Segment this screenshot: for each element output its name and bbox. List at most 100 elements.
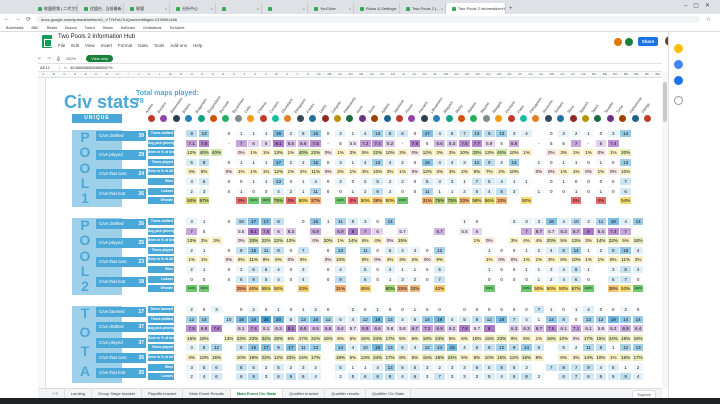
data-cell[interactable]: 8% xyxy=(397,354,408,361)
data-cell[interactable]: 5 xyxy=(360,266,371,273)
data-cell[interactable]: 3 xyxy=(298,363,309,371)
data-cell[interactable]: 45% xyxy=(360,285,371,293)
data-cell[interactable] xyxy=(496,218,507,225)
column-letter[interactable]: AS xyxy=(504,72,515,76)
data-cell[interactable]: 17% xyxy=(384,334,396,342)
data-cell[interactable] xyxy=(496,227,507,235)
data-cell[interactable]: 3 xyxy=(335,178,346,185)
data-cell[interactable] xyxy=(174,256,185,264)
data-cell[interactable]: 0 xyxy=(360,306,371,313)
data-cell[interactable]: 8 xyxy=(273,246,284,254)
data-cell[interactable]: 6% xyxy=(459,334,470,342)
data-cell[interactable]: 6.5 xyxy=(285,139,297,147)
data-cell[interactable]: 15 xyxy=(248,344,259,352)
data-cell[interactable]: 3 xyxy=(335,130,346,137)
data-cell[interactable]: 6 xyxy=(198,178,210,185)
data-cell[interactable]: 7.8 xyxy=(459,325,470,333)
data-cell[interactable]: 0 xyxy=(198,275,210,283)
data-cell[interactable]: 6 xyxy=(236,275,247,283)
column-letter[interactable]: K xyxy=(144,72,155,76)
data-cell[interactable] xyxy=(223,325,235,333)
data-cell[interactable] xyxy=(422,218,433,225)
data-cell[interactable] xyxy=(409,227,421,235)
column-letter[interactable]: BC xyxy=(610,72,621,76)
data-cell[interactable]: 3 xyxy=(508,187,520,195)
data-cell[interactable]: 1 xyxy=(595,158,607,166)
column-letter[interactable]: AI xyxy=(398,72,409,76)
data-cell[interactable]: 3% xyxy=(211,237,222,245)
data-cell[interactable] xyxy=(322,344,334,352)
data-cell[interactable]: 3% xyxy=(397,256,408,264)
data-cell[interactable]: 5% xyxy=(620,237,631,245)
data-cell[interactable] xyxy=(446,237,458,245)
data-cell[interactable]: 8.1 xyxy=(273,139,284,147)
data-cell[interactable]: 2 xyxy=(260,363,272,371)
data-cell[interactable]: 100% xyxy=(248,197,259,205)
data-cell[interactable]: 0 xyxy=(484,306,495,313)
data-cell[interactable]: 0 xyxy=(434,306,445,313)
data-cell[interactable] xyxy=(322,227,334,235)
data-cell[interactable] xyxy=(446,306,458,313)
data-cell[interactable]: 1 xyxy=(347,130,359,137)
data-cell[interactable]: 1 xyxy=(533,187,545,195)
data-cell[interactable] xyxy=(211,139,222,147)
data-cell[interactable]: 5 xyxy=(608,275,619,283)
data-cell[interactable]: 7 xyxy=(521,227,532,235)
sheet-tab[interactable]: Qualifier results xyxy=(325,388,367,399)
data-cell[interactable]: 40% xyxy=(211,149,222,157)
data-cell[interactable]: 8 xyxy=(558,315,569,323)
data-cell[interactable]: 0 xyxy=(409,178,421,185)
bookmark-item[interactable]: Discord xyxy=(65,26,77,30)
data-cell[interactable]: 1 xyxy=(260,178,272,185)
data-cell[interactable]: 16 xyxy=(310,315,321,323)
data-cell[interactable] xyxy=(595,266,607,273)
data-cell[interactable]: 6 xyxy=(595,139,607,147)
data-cell[interactable]: 4 xyxy=(273,187,284,195)
data-cell[interactable]: 3% xyxy=(384,168,396,176)
data-cell[interactable]: 22% xyxy=(260,237,272,245)
data-cell[interactable]: 4 xyxy=(434,130,445,137)
data-cell[interactable]: 33% xyxy=(409,285,421,293)
data-cell[interactable]: 0 xyxy=(496,275,507,283)
data-cell[interactable]: 1% xyxy=(595,256,607,264)
data-cell[interactable]: 3 xyxy=(211,306,222,313)
data-cell[interactable]: 1 xyxy=(570,187,582,195)
data-cell[interactable]: 0 xyxy=(608,187,619,195)
data-cell[interactable]: 5 xyxy=(285,315,297,323)
data-cell[interactable]: 13% xyxy=(186,237,197,245)
bookmark-item[interactable]: TorXplore xyxy=(169,26,184,30)
data-cell[interactable] xyxy=(446,285,458,293)
data-cell[interactable]: 0 xyxy=(422,246,433,254)
data-cell[interactable]: 4 xyxy=(632,373,644,381)
data-cell[interactable]: 0 xyxy=(521,306,532,313)
data-cell[interactable]: 14 xyxy=(384,218,396,225)
data-cell[interactable]: 6.9 xyxy=(620,325,631,333)
data-cell[interactable]: 0 xyxy=(583,158,594,166)
data-cell[interactable] xyxy=(446,266,458,273)
column-letter[interactable]: AR xyxy=(494,72,505,76)
data-cell[interactable]: 8 xyxy=(372,187,383,195)
data-cell[interactable]: 1 xyxy=(484,266,495,273)
data-cell[interactable]: 0% xyxy=(236,197,247,205)
data-cell[interactable]: 15% xyxy=(422,354,433,361)
data-cell[interactable]: 5 xyxy=(335,363,346,371)
data-cell[interactable]: 0 xyxy=(471,306,483,313)
data-cell[interactable] xyxy=(533,178,545,185)
data-cell[interactable]: 13 xyxy=(310,344,321,352)
data-cell[interactable]: 0 xyxy=(322,187,334,195)
data-cell[interactable]: 17 xyxy=(285,344,297,352)
data-cell[interactable]: 1% xyxy=(521,256,532,264)
data-cell[interactable]: 14% xyxy=(347,237,359,245)
data-cell[interactable]: 7.5 xyxy=(546,325,557,333)
data-cell[interactable] xyxy=(322,363,334,371)
data-cell[interactable]: 0 xyxy=(285,266,297,273)
data-cell[interactable]: 6.3 xyxy=(285,227,297,235)
data-cell[interactable]: 1 xyxy=(260,158,272,166)
data-cell[interactable]: 6 xyxy=(360,275,371,283)
data-cell[interactable]: 0 xyxy=(508,246,520,254)
data-cell[interactable]: 15% xyxy=(186,334,197,342)
data-cell[interactable]: 6.6 xyxy=(372,325,383,333)
data-cell[interactable]: 0 xyxy=(608,158,619,166)
data-cell[interactable] xyxy=(446,218,458,225)
data-cell[interactable]: 5 xyxy=(260,275,272,283)
